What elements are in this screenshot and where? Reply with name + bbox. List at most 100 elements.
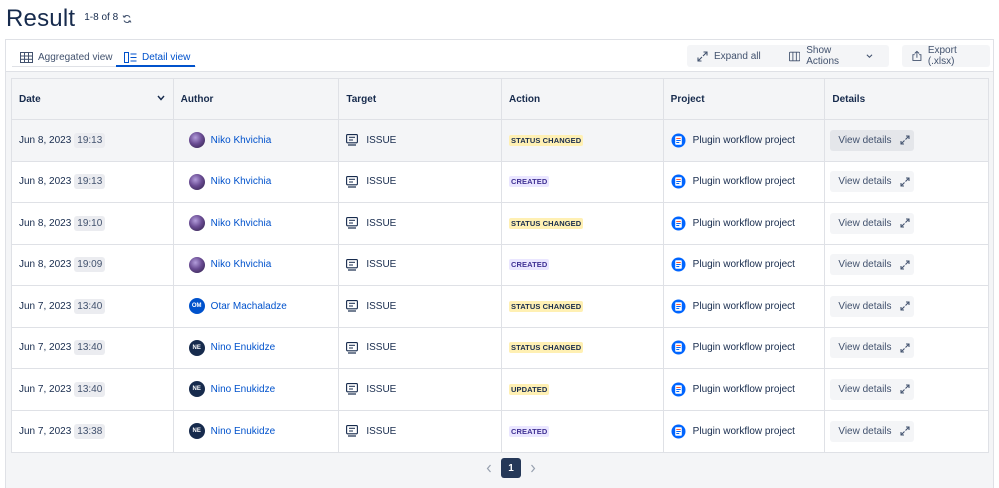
- table-row: Jun 7, 2023 13:40 OM Otar Machaladze ISS…: [12, 286, 988, 328]
- action-lozenge: CREATED: [509, 176, 550, 188]
- cell-details: View details: [825, 411, 988, 453]
- project-icon: [671, 257, 686, 272]
- cell-project: Plugin workflow project: [664, 369, 826, 410]
- date-text: Jun 7, 2023: [19, 425, 72, 437]
- column-header-details: Details: [825, 79, 988, 119]
- chevron-left-icon: [486, 464, 491, 472]
- date-text: Jun 7, 2023: [19, 300, 72, 312]
- view-details-button[interactable]: View details: [830, 420, 915, 442]
- project-icon: [671, 216, 686, 231]
- cell-details: View details: [825, 369, 988, 410]
- date-text: Jun 8, 2023: [19, 217, 72, 229]
- expand-icon: [899, 384, 910, 394]
- target-text: ISSUE: [366, 342, 397, 354]
- view-details-button[interactable]: View details: [830, 378, 915, 400]
- export-icon: [912, 50, 922, 61]
- view-details-label: View details: [838, 300, 892, 312]
- avatar: [188, 132, 205, 149]
- author-link[interactable]: Nino Enukidze: [211, 426, 275, 437]
- author-link[interactable]: Niko Khvichia: [211, 218, 272, 229]
- target-text: ISSUE: [366, 217, 397, 229]
- avatar: [188, 173, 205, 190]
- expand-icon: [899, 260, 910, 270]
- cell-details: View details: [825, 203, 988, 244]
- author-link[interactable]: Niko Khvichia: [211, 135, 272, 146]
- page-title: Result: [6, 5, 76, 32]
- view-details-button[interactable]: View details: [830, 337, 915, 359]
- issue-icon: [346, 425, 359, 437]
- cell-author: Niko Khvichia: [174, 203, 340, 244]
- view-details-button[interactable]: View details: [830, 212, 915, 234]
- column-header-date[interactable]: Date: [12, 79, 174, 119]
- next-page-button[interactable]: [525, 458, 541, 478]
- target-text: ISSUE: [366, 425, 397, 437]
- issue-icon: [346, 217, 359, 229]
- author-link[interactable]: Otar Machaladze: [211, 301, 287, 312]
- cell-project: Plugin workflow project: [664, 161, 826, 202]
- tab-detail-label: Detail view: [142, 51, 191, 63]
- cell-author: NE Nino Enukidze: [174, 369, 340, 410]
- cell-action: STATUS CHANGED: [502, 120, 664, 161]
- view-details-label: View details: [838, 425, 892, 437]
- refresh-icon[interactable]: [122, 14, 132, 24]
- avatar: NE: [188, 381, 205, 398]
- table-row: Jun 7, 2023 13:38 NE Nino Enukidze ISSUE…: [12, 410, 988, 453]
- column-header-target: Target: [339, 79, 502, 119]
- cell-date: Jun 7, 2023 13:40: [12, 286, 174, 327]
- cell-action: STATUS CHANGED: [502, 203, 664, 244]
- time-badge: 19:09: [74, 257, 106, 273]
- target-text: ISSUE: [366, 300, 397, 312]
- action-lozenge: CREATED: [509, 259, 550, 271]
- results-panel: Aggregated view Detail view Expand all S…: [5, 39, 994, 488]
- active-tab-indicator: [116, 65, 195, 67]
- target-text: ISSUE: [366, 259, 397, 271]
- cell-date: Jun 7, 2023 13:40: [12, 327, 174, 368]
- table-row: Jun 8, 2023 19:10 Niko Khvichia ISSUE ST…: [12, 203, 988, 245]
- column-header-project: Project: [664, 79, 826, 119]
- view-details-button[interactable]: View details: [830, 295, 915, 317]
- expand-icon: [899, 135, 910, 145]
- cell-target: ISSUE: [339, 369, 502, 410]
- export-label: Export (.xlsx): [927, 45, 957, 67]
- show-actions-button[interactable]: Show Actions: [779, 45, 889, 67]
- table-row: Jun 8, 2023 19:09 Niko Khvichia ISSUE CR…: [12, 244, 988, 286]
- avatar: OM: [188, 298, 205, 315]
- author-link[interactable]: Nino Enukidze: [211, 342, 275, 353]
- time-badge: 13:40: [74, 381, 106, 397]
- project-name: Plugin workflow project: [692, 383, 795, 395]
- view-details-button[interactable]: View details: [830, 254, 915, 276]
- cell-action: CREATED: [502, 161, 664, 202]
- author-link[interactable]: Nino Enukidze: [211, 384, 275, 395]
- export-button[interactable]: Export (.xlsx): [902, 45, 990, 67]
- previous-page-button[interactable]: [481, 458, 497, 478]
- project-icon: [671, 382, 686, 397]
- action-lozenge: STATUS CHANGED: [509, 217, 584, 229]
- project-icon: [671, 299, 686, 314]
- expand-all-button[interactable]: Expand all: [687, 45, 791, 67]
- pagination: 1: [481, 458, 541, 478]
- time-badge: 19:10: [74, 215, 106, 231]
- author-link[interactable]: Niko Khvichia: [211, 259, 272, 270]
- view-details-button[interactable]: View details: [830, 129, 915, 151]
- target-text: ISSUE: [366, 383, 397, 395]
- view-details-button[interactable]: View details: [830, 171, 915, 193]
- project-name: Plugin workflow project: [692, 176, 795, 188]
- column-header-project-label: Project: [670, 94, 705, 105]
- cell-author: NE Nino Enukidze: [174, 327, 340, 368]
- tab-detail-view[interactable]: Detail view: [124, 48, 190, 66]
- author-link[interactable]: Niko Khvichia: [211, 176, 272, 187]
- issue-icon: [346, 258, 359, 271]
- cell-details: View details: [825, 328, 988, 369]
- project-name: Plugin workflow project: [692, 217, 795, 229]
- sort-chevron-down-icon[interactable]: [157, 95, 165, 101]
- column-header-action: Action: [502, 79, 664, 119]
- avatar: [188, 215, 205, 232]
- time-badge: 13:40: [74, 298, 106, 314]
- result-count: 1-8 of 8: [84, 12, 119, 23]
- cell-author: OM Otar Machaladze: [174, 286, 340, 327]
- project-name: Plugin workflow project: [692, 259, 795, 271]
- date-text: Jun 8, 2023: [19, 134, 72, 146]
- tab-aggregated-view[interactable]: Aggregated view: [20, 48, 113, 66]
- cell-project: Plugin workflow project: [664, 203, 826, 244]
- page-button-current[interactable]: 1: [501, 458, 521, 478]
